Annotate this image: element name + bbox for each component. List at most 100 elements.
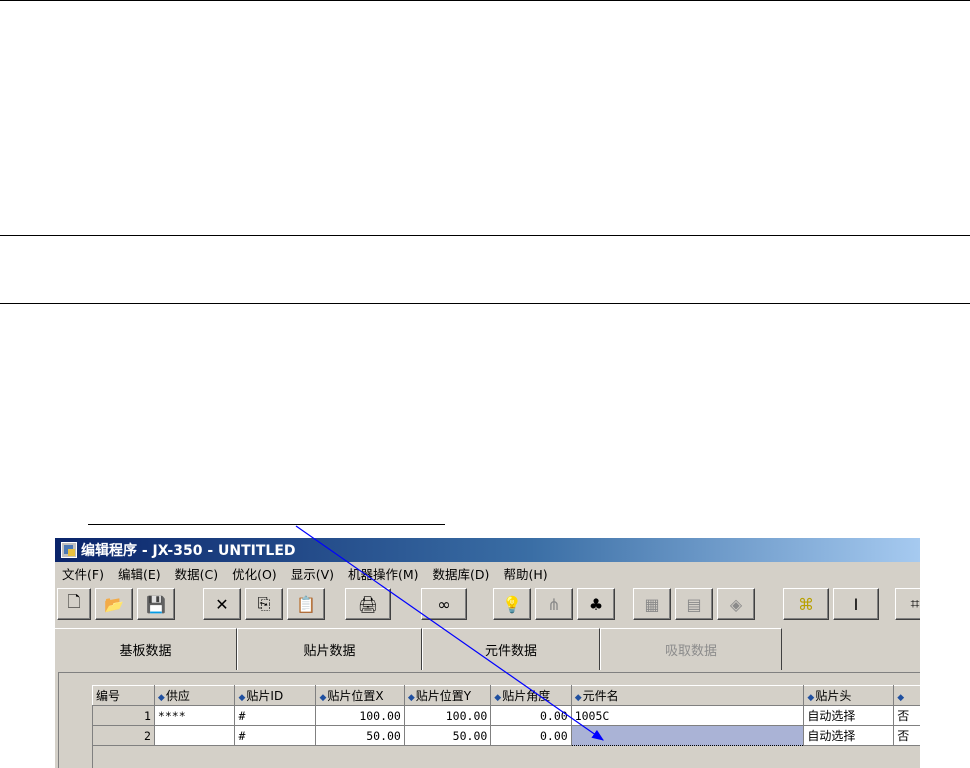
edit-program-window: 编辑程序 - JX-350 - UNTITLED 文件(F) 编辑(E) 数据(… (55, 538, 920, 768)
rule-lower (0, 303, 970, 304)
rule-top (0, 0, 970, 1)
menu-data[interactable]: 数据(C) (168, 564, 225, 583)
pos-y-cell[interactable]: 100.00 (403, 705, 492, 726)
new-file-icon: 🗋 (67, 591, 81, 611)
board-icon: ▦ (644, 594, 660, 614)
col-header-head[interactable]: ◆贴片头 (803, 685, 895, 706)
part-button[interactable]: ◈ (717, 588, 755, 620)
app-icon (61, 542, 77, 558)
col-header-angle[interactable]: ◆贴片角度 (490, 685, 572, 706)
light-button[interactable]: 💡 (493, 588, 531, 620)
sort-icon: ◆ (157, 693, 165, 703)
delete-button[interactable]: ✕ (203, 588, 241, 620)
sort-icon: ◆ (807, 693, 815, 703)
menu-edit[interactable]: 编辑(E) (111, 564, 168, 583)
pos-x-cell[interactable]: 50.00 (315, 725, 405, 746)
placement-grid: NW 编号 ◆供应 ◆贴片ID ◆贴片位置X ◆贴片位置Y ◆贴片角度 ◆元件名… (58, 672, 920, 768)
binoculars-icon: ∞ (437, 594, 451, 614)
feeder-cell[interactable] (153, 725, 236, 746)
menu-optimize[interactable]: 优化(O) (225, 564, 284, 583)
open-folder-icon: 📂 (104, 594, 124, 614)
title-bar[interactable]: 编辑程序 - JX-350 - UNTITLED (55, 538, 920, 562)
components-button[interactable]: ♣ (577, 588, 615, 620)
toolbar: 🗋 📂 💾 ✕ ⎘ 📋 🖨 ∞ 💡 ⋔ ♣ ▦ ▤ ◈ ⌘ Ⅰ ⌗ (55, 586, 920, 624)
component-name-cell-selected[interactable] (570, 725, 805, 746)
sort-icon: ◆ (238, 693, 246, 703)
print-button[interactable]: 🖨 (345, 588, 391, 620)
menu-machine[interactable]: 机器操作(M) (341, 564, 426, 583)
col-header-pos-y[interactable]: ◆贴片位置Y (403, 685, 492, 706)
head-cell[interactable]: 自动选择 (803, 725, 895, 746)
annotation-underline (88, 524, 445, 525)
new-file-button[interactable]: 🗋 (57, 588, 91, 620)
tab-board-data[interactable]: 基板数据 (55, 628, 237, 670)
feeder-button[interactable]: ▤ (675, 588, 713, 620)
menu-view[interactable]: 显示(V) (284, 564, 341, 583)
pos-y-cell[interactable]: 50.00 (403, 725, 492, 746)
table-row: 1 **** # 100.00 100.00 0.00 1005C 自动选择 否 (92, 705, 920, 726)
delete-icon: ✕ (215, 594, 229, 614)
mark-button[interactable]: ⌘ (783, 588, 829, 620)
menu-database[interactable]: 数据库(D) (426, 564, 497, 583)
feeder-cell[interactable]: **** (153, 705, 236, 726)
col-header-number[interactable]: 编号 (92, 685, 155, 706)
sort-icon: ◆ (574, 693, 582, 703)
find-button[interactable]: ∞ (421, 588, 467, 620)
head-cell[interactable]: 自动选择 (803, 705, 895, 726)
print-icon: 🖨 (357, 594, 379, 614)
menu-file[interactable]: 文件(F) (55, 564, 111, 583)
save-button[interactable]: 💾 (137, 588, 175, 620)
placement-id-cell[interactable]: # (234, 705, 317, 726)
table-row: 2 # 50.00 50.00 0.00 自动选择 否 (92, 725, 920, 746)
tab-component-data[interactable]: 元件数据 (422, 628, 600, 670)
tab-label: 贴片数据 (303, 644, 356, 659)
window-title: 编辑程序 - JX-350 - UNTITLED (81, 543, 296, 559)
col-header-component-name[interactable]: ◆元件名 (570, 685, 805, 706)
lightbulb-icon: 💡 (502, 594, 522, 614)
row-number[interactable]: 1 (92, 705, 155, 726)
mark-icon: ⌘ (798, 594, 814, 614)
extra-cell[interactable]: 否 (893, 725, 920, 746)
components-icon: ♣ (588, 594, 604, 614)
copy-icon: ⎘ (257, 594, 271, 613)
feeder-icon: ▤ (686, 594, 702, 614)
col-header-feeder[interactable]: ◆供应 (153, 685, 236, 706)
copy-button[interactable]: ⎘ (245, 588, 283, 620)
extra-cell[interactable]: 否 (893, 705, 920, 726)
col-header-extra[interactable]: ◆ (893, 685, 920, 706)
col-header-placement-id[interactable]: ◆贴片ID (234, 685, 317, 706)
col-header-pos-x[interactable]: ◆贴片位置X (315, 685, 405, 706)
beam-icon: Ⅰ (853, 594, 859, 614)
paste-button[interactable]: 📋 (287, 588, 325, 620)
save-icon: 💾 (146, 594, 166, 614)
placement-table: 编号 ◆供应 ◆贴片ID ◆贴片位置X ◆贴片位置Y ◆贴片角度 ◆元件名 ◆贴… (92, 685, 920, 746)
more-icon: ⌗ (910, 594, 920, 613)
sort-icon: ◆ (319, 693, 327, 703)
menu-help[interactable]: 帮助(H) (496, 564, 554, 583)
nozzle-icon: ⋔ (547, 594, 561, 614)
part-icon: ◈ (729, 594, 743, 614)
placement-id-cell[interactable]: # (234, 725, 317, 746)
header-row: 编号 ◆供应 ◆贴片ID ◆贴片位置X ◆贴片位置Y ◆贴片角度 ◆元件名 ◆贴… (92, 685, 920, 706)
sort-icon: ◆ (494, 693, 502, 703)
board-button[interactable]: ▦ (633, 588, 671, 620)
tab-strip: 基板数据 贴片数据 元件数据 吸取数据 (55, 628, 920, 670)
nozzle-button[interactable]: ⋔ (535, 588, 573, 620)
component-name-cell[interactable]: 1005C (570, 705, 805, 726)
angle-cell[interactable]: 0.00 (490, 705, 572, 726)
menu-bar: 文件(F) 编辑(E) 数据(C) 优化(O) 显示(V) 机器操作(M) 数据… (55, 562, 920, 584)
more-button[interactable]: ⌗ (895, 588, 920, 620)
pos-x-cell[interactable]: 100.00 (315, 705, 405, 726)
tab-label: 基板数据 (119, 644, 172, 659)
tab-label: 元件数据 (484, 644, 537, 659)
tab-placement-data[interactable]: 贴片数据 (237, 628, 422, 670)
sort-icon: ◆ (407, 693, 415, 703)
tab-pickup-data[interactable]: 吸取数据 (600, 628, 782, 670)
row-number[interactable]: 2 (92, 725, 155, 746)
beam-button[interactable]: Ⅰ (833, 588, 879, 620)
sort-icon: ◆ (897, 692, 905, 703)
angle-cell[interactable]: 0.00 (490, 725, 572, 746)
row-header-column: NW (59, 685, 93, 768)
open-button[interactable]: 📂 (95, 588, 133, 620)
tab-label: 吸取数据 (664, 644, 717, 659)
